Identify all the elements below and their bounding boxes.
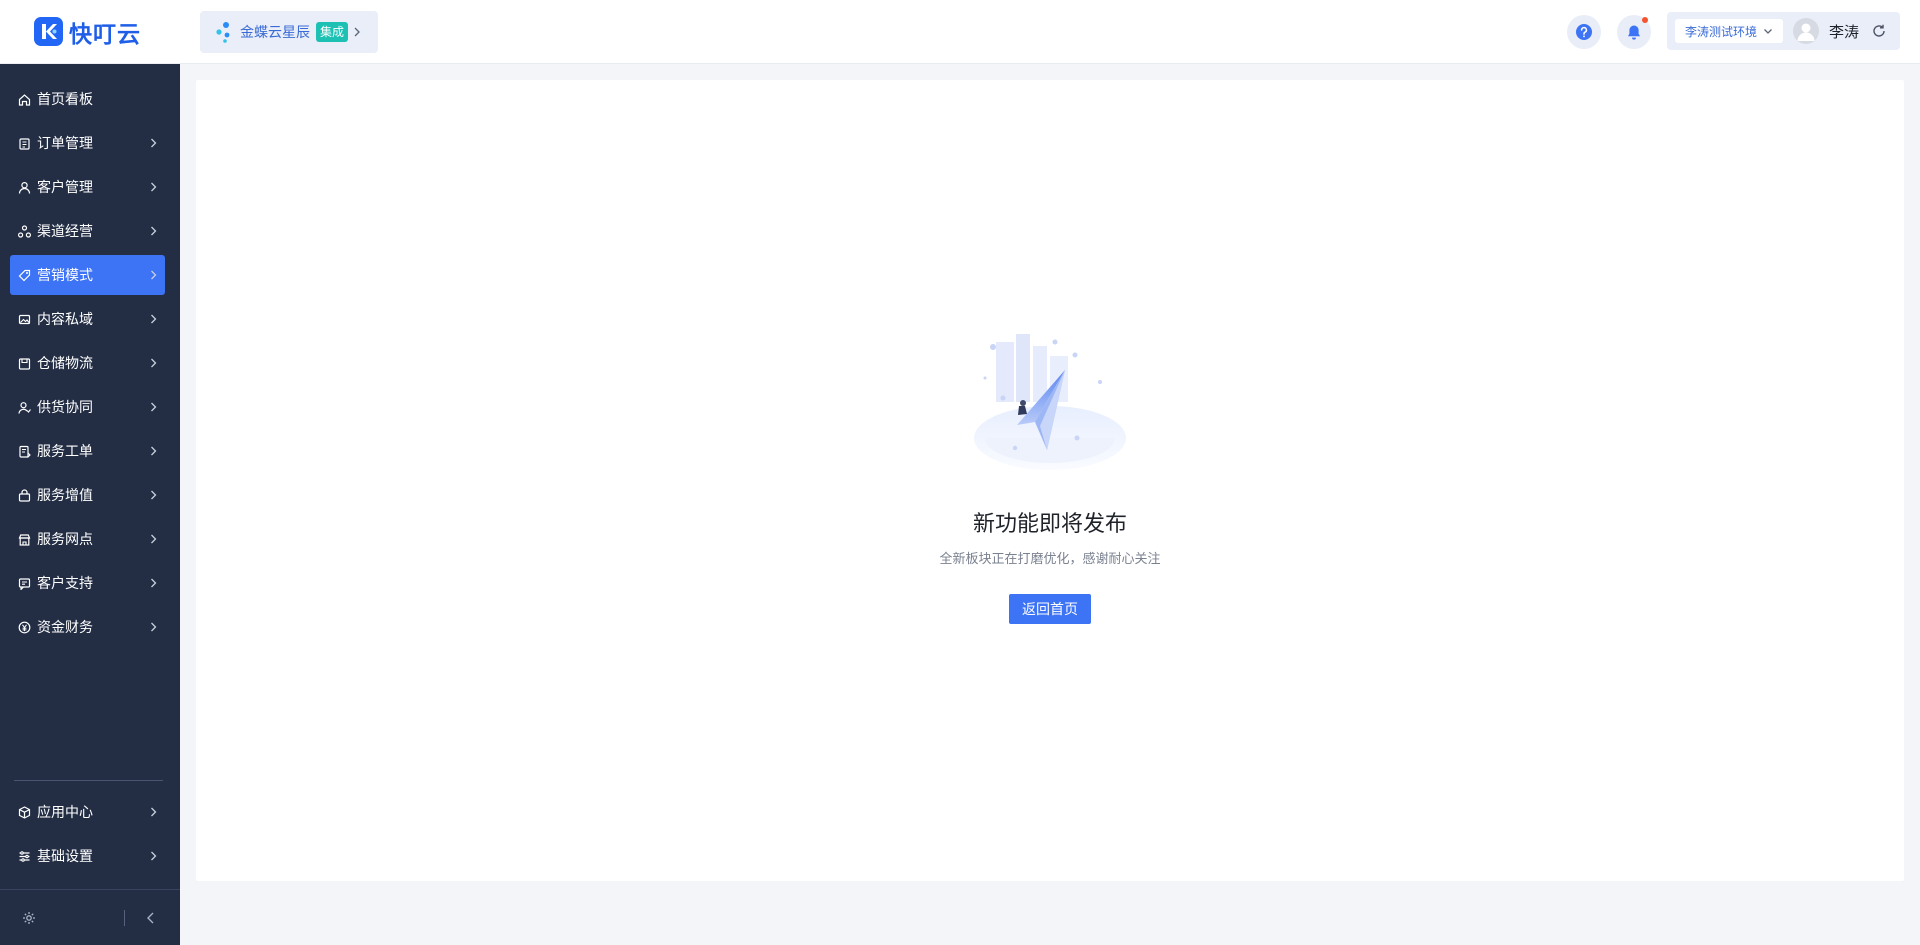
chevron-right-icon (145, 135, 161, 151)
footer-divider (124, 910, 125, 926)
warehouse-icon (18, 357, 31, 370)
home-icon (18, 93, 31, 106)
sidebar-item-customers[interactable]: 客户管理 (10, 167, 165, 207)
chevron-right-icon (145, 443, 161, 459)
theme-icon[interactable] (22, 911, 36, 925)
avatar[interactable] (1793, 18, 1820, 44)
sidebar-item-label: 基础设置 (37, 849, 93, 865)
sidebar-item-orders[interactable]: 订单管理 (10, 123, 165, 163)
chevron-right-icon (145, 487, 161, 503)
logo[interactable]: 快叮云 (0, 0, 180, 64)
help-button[interactable] (1567, 15, 1601, 49)
sidebar-item-label: 服务工单 (37, 444, 93, 460)
sidebar-footer (0, 889, 180, 945)
clipboard-icon (18, 137, 31, 150)
back-home-button[interactable]: 返回首页 (1009, 594, 1091, 624)
notification-dot (1642, 17, 1648, 23)
sidebar-item-supply[interactable]: 供货协同 (10, 387, 165, 427)
sidebar-item-workorder[interactable]: 服务工单 (10, 431, 165, 471)
chevron-right-icon (352, 26, 362, 38)
environment-label: 李涛测试环境 (1685, 24, 1758, 39)
sidebar-item-value-added[interactable]: 服务增值 (10, 475, 165, 515)
integration-name: 金蝶云星辰 (240, 25, 310, 41)
sidebar-item-warehouse[interactable]: 仓储物流 (10, 343, 165, 383)
help-icon (1575, 23, 1593, 41)
chevron-right-icon (145, 399, 161, 415)
chevron-down-icon (1763, 27, 1773, 35)
user-icon (18, 181, 31, 194)
chevron-right-icon (145, 848, 161, 864)
sidebar-item-basic-settings[interactable]: 基础设置 (10, 836, 165, 876)
chevron-right-icon (145, 575, 161, 591)
integration-badge: 集成 (316, 22, 349, 42)
topbar: 金蝶云星辰 集成 李涛测试环境 李涛 (180, 0, 1920, 64)
sidebar-item-label: 仓储物流 (37, 356, 93, 372)
sidebar-item-label: 首页看板 (37, 92, 93, 108)
support-icon (18, 577, 31, 590)
sidebar-item-label: 客户管理 (37, 180, 93, 196)
environment-select[interactable]: 李涛测试环境 (1675, 19, 1784, 43)
refresh-icon[interactable] (1871, 23, 1887, 39)
sidebar-item-label: 资金财务 (37, 620, 93, 636)
chevron-right-icon (145, 267, 161, 283)
sidebar-item-app-center[interactable]: 应用中心 (10, 792, 165, 832)
user-area: 李涛测试环境 李涛 (1667, 12, 1900, 50)
chevron-right-icon (145, 531, 161, 547)
notification-button[interactable] (1617, 15, 1651, 49)
sidebar-item-label: 订单管理 (37, 136, 93, 152)
yen-icon (18, 621, 31, 634)
bag-icon (18, 488, 31, 502)
sidebar-item-channel[interactable]: 渠道经营 (10, 211, 165, 251)
sliders-icon (18, 850, 31, 863)
sidebar-item-label: 供货协同 (37, 400, 93, 416)
sidebar-item-label: 客户支持 (37, 576, 93, 592)
avatar-person-icon (1797, 23, 1815, 41)
sidebar-item-marketing[interactable]: 营销模式 (10, 255, 165, 295)
paper-plane-illustration-icon (974, 334, 1126, 470)
sidebar-item-label: 服务增值 (37, 488, 93, 504)
chevron-right-icon (145, 311, 161, 327)
store-icon (18, 533, 31, 546)
chevron-right-icon (145, 179, 161, 195)
sidebar-divider (14, 780, 163, 781)
logo-text: 快叮云 (69, 21, 141, 48)
chevron-right-icon (145, 223, 161, 239)
sidebar-item-label: 应用中心 (37, 805, 93, 821)
integration-switcher[interactable]: 金蝶云星辰 集成 (200, 11, 378, 53)
sidebar-item-label: 渠道经营 (37, 224, 93, 240)
empty-state: 新功能即将发布 全新板块正在打磨优化，感谢耐心关注 返回首页 (196, 330, 1904, 624)
workorder-icon (18, 445, 31, 458)
channel-icon (18, 224, 31, 238)
sidebar-bottom-nav: 应用中心 基础设置 (0, 792, 180, 880)
username[interactable]: 李涛 (1829, 21, 1859, 42)
sidebar-item-label: 内容私域 (37, 312, 93, 328)
tag-icon (18, 269, 31, 282)
logo-mark-icon (34, 17, 63, 46)
kingdee-logo-icon (214, 21, 234, 43)
image-icon (18, 313, 31, 326)
sidebar-nav: 首页看板订单管理客户管理渠道经营营销模式内容私域仓储物流供货协同服务工单服务增值… (0, 64, 180, 647)
sidebar-item-home[interactable]: 首页看板 (10, 79, 165, 119)
cube-icon (18, 805, 31, 819)
supplier-icon (18, 401, 31, 414)
sidebar-item-label: 营销模式 (37, 268, 93, 284)
sidebar-item-outlets[interactable]: 服务网点 (10, 519, 165, 559)
content-panel: 新功能即将发布 全新板块正在打磨优化，感谢耐心关注 返回首页 (196, 80, 1904, 881)
empty-state-subtitle: 全新板块正在打磨优化，感谢耐心关注 (939, 552, 1161, 567)
sidebar-item-finance[interactable]: 资金财务 (10, 607, 165, 647)
sidebar-item-content[interactable]: 内容私域 (10, 299, 165, 339)
chevron-right-icon (145, 804, 161, 820)
collapse-sidebar-icon[interactable] (145, 911, 157, 925)
sidebar-item-label: 服务网点 (37, 532, 93, 548)
sidebar: 快叮云 首页看板订单管理客户管理渠道经营营销模式内容私域仓储物流供货协同服务工单… (0, 0, 180, 945)
sidebar-item-support[interactable]: 客户支持 (10, 563, 165, 603)
empty-state-title: 新功能即将发布 (972, 512, 1127, 537)
chevron-right-icon (145, 355, 161, 371)
chevron-right-icon (145, 619, 161, 635)
bell-icon (1626, 24, 1642, 41)
